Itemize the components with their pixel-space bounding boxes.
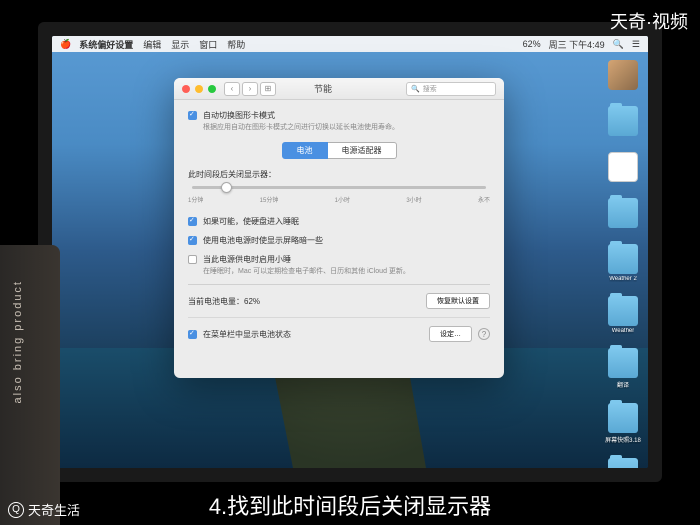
- forward-button[interactable]: ›: [242, 82, 258, 96]
- show-battery-menubar-checkbox[interactable]: [188, 330, 197, 339]
- desktop-item-folder7[interactable]: 2020Project: [604, 458, 642, 468]
- chair-decor: [0, 245, 60, 525]
- folder-icon: [608, 348, 638, 378]
- dim-display-label: 使用电池电源时使显示屏略暗一些: [203, 235, 323, 246]
- zoom-icon[interactable]: [208, 85, 216, 93]
- icon-label: 翻译: [617, 380, 629, 389]
- folder-icon: [608, 296, 638, 326]
- desktop-item-folder2[interactable]: [604, 198, 642, 230]
- auto-graphics-desc: 根据应用自动在图形卡模式之间进行切换以延长电池使用寿命。: [203, 123, 399, 132]
- hdd-sleep-label: 如果可能，使硬盘进入睡眠: [203, 216, 299, 227]
- clock[interactable]: 周三 下午4:49: [549, 38, 605, 51]
- video-caption: 4.找到此时间段后关闭显示器: [209, 489, 491, 521]
- dim-display-checkbox[interactable]: [188, 236, 197, 245]
- auto-graphics-label: 自动切换图形卡模式: [203, 110, 399, 121]
- menu-help[interactable]: 帮助: [227, 38, 245, 51]
- menu-view[interactable]: 显示: [171, 38, 189, 51]
- desktop-icons: Weather 2 Weather 翻译屏幕快照3.18 2020Project: [604, 60, 642, 468]
- desktop-wallpaper: 🍎 系统偏好设置 编辑 显示 窗口 帮助 62% 周三 下午4:49 🔍 ☰ W…: [52, 36, 648, 468]
- desktop-item-folder5[interactable]: 翻译: [604, 348, 642, 389]
- folder-icon: [608, 458, 638, 468]
- chair-text: also bring product: [12, 280, 24, 403]
- energy-saver-window: ‹ › ⊞ 节能 🔍搜索 自动切换图形卡模式 根据应用自动在图形卡模式之间进行切…: [174, 78, 504, 378]
- menubar: 🍎 系统偏好设置 编辑 显示 窗口 帮助 62% 周三 下午4:49 🔍 ☰: [52, 36, 648, 52]
- file-icon: [608, 152, 638, 182]
- search-icon: 🔍: [411, 85, 420, 93]
- desktop-item-folder6[interactable]: 屏幕快照3.18: [604, 403, 642, 444]
- search-input[interactable]: 🔍搜索: [406, 82, 496, 96]
- display-sleep-label: 此时间段后关闭显示器：: [188, 169, 490, 180]
- window-titlebar[interactable]: ‹ › ⊞ 节能 🔍搜索: [174, 78, 504, 100]
- minimize-icon[interactable]: [195, 85, 203, 93]
- window-title: 节能: [314, 82, 332, 95]
- show-battery-menubar-label: 在菜单栏中显示电池状态: [203, 329, 291, 340]
- battery-icon[interactable]: 62%: [523, 39, 541, 49]
- display-sleep-slider[interactable]: [192, 186, 486, 189]
- menu-window[interactable]: 窗口: [199, 38, 217, 51]
- spotlight-icon[interactable]: 🔍: [613, 39, 624, 50]
- folder-icon: [608, 244, 638, 274]
- desktop-item-file1[interactable]: [604, 152, 642, 184]
- slider-thumb[interactable]: [221, 182, 232, 193]
- desktop-item-folder1[interactable]: [604, 106, 642, 138]
- brand-top-right: 天奇·视频: [610, 8, 688, 34]
- menu-edit[interactable]: 编辑: [143, 38, 161, 51]
- icon-label: 屏幕快照3.18: [605, 435, 641, 444]
- slider-ticks: 1分钟 15分钟 1小时 3小时 永不: [188, 195, 490, 204]
- folder-icon: [608, 403, 638, 433]
- icon-label: Weather: [612, 328, 635, 334]
- desktop-item-folder4[interactable]: Weather: [604, 296, 642, 334]
- help-icon[interactable]: ?: [478, 328, 490, 340]
- desktop-item-folder3[interactable]: Weather 2: [604, 244, 642, 282]
- folder-icon: [608, 198, 638, 228]
- img-icon: [608, 60, 638, 90]
- brand-bottom-left: Q天奇生活: [8, 500, 80, 519]
- power-source-tabs: 电池 电源适配器: [188, 142, 490, 159]
- power-nap-label: 当此电源供电时启用小睡: [203, 254, 410, 265]
- apple-menu-icon[interactable]: 🍎: [60, 39, 71, 50]
- power-nap-checkbox[interactable]: [188, 255, 197, 264]
- close-icon[interactable]: [182, 85, 190, 93]
- icon-label: Weather 2: [609, 276, 637, 282]
- grid-button[interactable]: ⊞: [260, 82, 276, 96]
- back-button[interactable]: ‹: [224, 82, 240, 96]
- siri-icon[interactable]: ☰: [632, 39, 640, 50]
- battery-level-label: 当前电池电量：62%: [188, 296, 260, 307]
- power-nap-desc: 在睡眠时，Mac 可以定期检查电子邮件、日历和其他 iCloud 更新。: [203, 267, 410, 276]
- monitor-frame: 🍎 系统偏好设置 编辑 显示 窗口 帮助 62% 周三 下午4:49 🔍 ☰ W…: [38, 22, 662, 482]
- tab-adapter[interactable]: 电源适配器: [328, 142, 397, 159]
- hdd-sleep-checkbox[interactable]: [188, 217, 197, 226]
- folder-icon: [608, 106, 638, 136]
- tab-battery[interactable]: 电池: [282, 142, 328, 159]
- app-name[interactable]: 系统偏好设置: [79, 38, 133, 51]
- schedule-button[interactable]: 设定…: [429, 326, 472, 342]
- desktop-item-image[interactable]: [604, 60, 642, 92]
- auto-graphics-checkbox[interactable]: [188, 111, 197, 120]
- restore-defaults-button[interactable]: 恢复默认设置: [426, 293, 490, 309]
